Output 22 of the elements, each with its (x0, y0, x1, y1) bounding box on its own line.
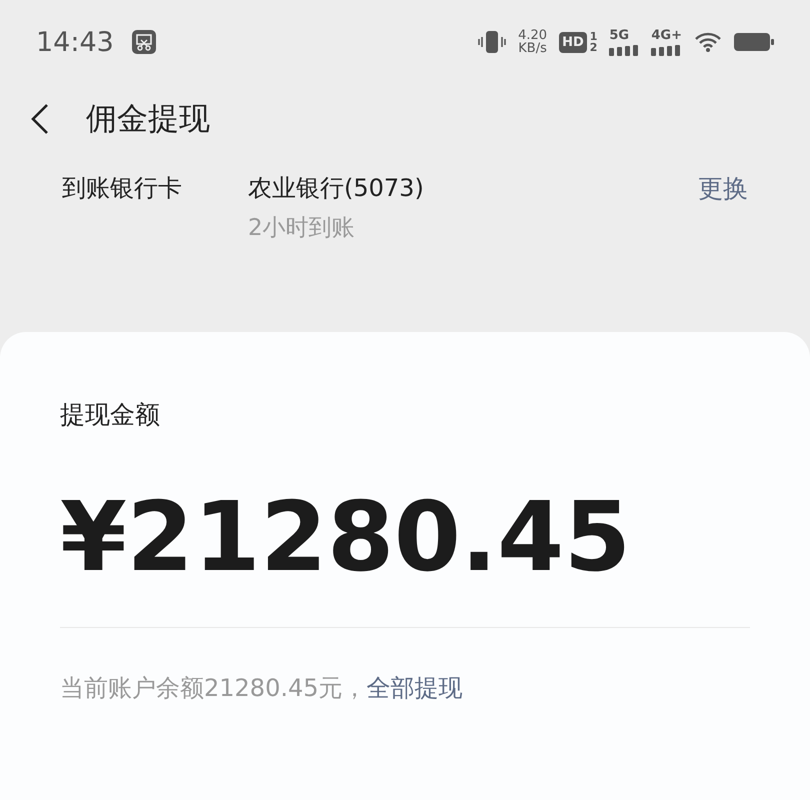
net-unit: KB/s (518, 42, 547, 55)
page-title: 佣金提现 (86, 100, 210, 139)
withdraw-all-link[interactable]: 全部提现 (366, 672, 463, 704)
amount-value[interactable]: ¥21280.45 (60, 489, 750, 585)
network-type: 4G+ (651, 28, 682, 42)
battery-icon (734, 32, 774, 52)
sim-number: 2 (590, 42, 598, 53)
balance-text: 当前账户余额21280.45元， (60, 673, 367, 704)
wifi-icon (694, 31, 722, 53)
bank-card-label: 到账银行卡 (62, 173, 183, 204)
vibrate-icon (478, 30, 506, 54)
net-speed: 4.20 (518, 29, 548, 42)
back-icon[interactable] (30, 103, 50, 135)
screenshot-icon (132, 30, 156, 54)
network-type: 5G (609, 28, 630, 42)
hd-badge: HD (559, 32, 587, 52)
sim-number: 1 (590, 31, 598, 42)
bank-name: 农业银行(5073) (248, 173, 424, 204)
arrival-time: 2小时到账 (248, 214, 356, 243)
change-link[interactable]: 更换 (698, 172, 748, 202)
amount-label: 提现金额 (60, 399, 161, 431)
status-time: 14:43 (36, 26, 114, 58)
